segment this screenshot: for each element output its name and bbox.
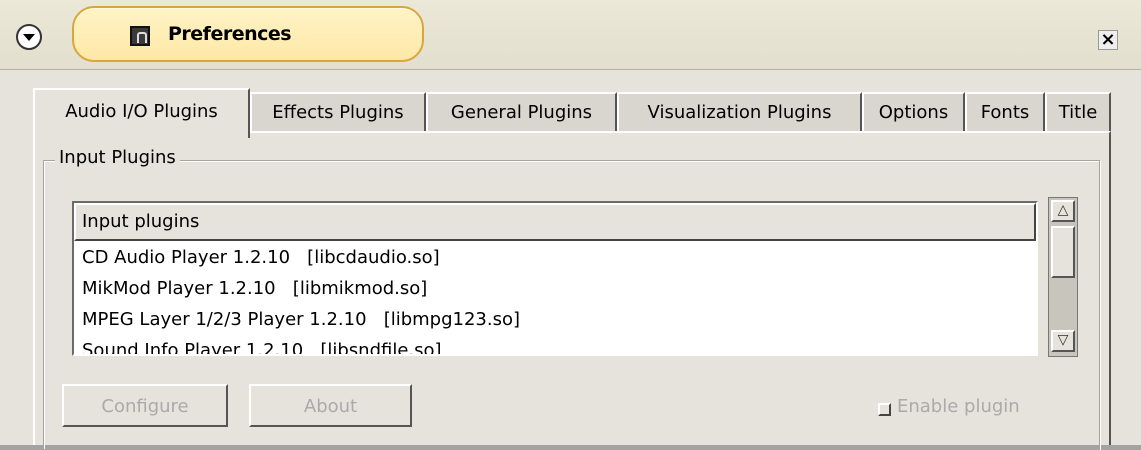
list-item[interactable]: MikMod Player 1.2.10 [libmikmod.so] bbox=[74, 274, 1036, 305]
tab-options[interactable]: Options bbox=[862, 92, 965, 134]
input-plugins-frame-label: Input Plugins bbox=[55, 147, 180, 168]
close-button[interactable]: × bbox=[1098, 30, 1118, 50]
window-menu-button[interactable] bbox=[16, 24, 42, 50]
tab-audio-io-plugins[interactable]: Audio I/O Plugins bbox=[33, 88, 250, 138]
close-icon: × bbox=[1100, 29, 1116, 50]
chevron-down-icon bbox=[23, 34, 35, 41]
input-plugins-list[interactable]: Input plugins CD Audio Player 1.2.10 [li… bbox=[72, 201, 1038, 356]
scrollbar-thumb[interactable] bbox=[1051, 226, 1075, 278]
scroll-up-button[interactable]: △ bbox=[1051, 200, 1075, 222]
about-button[interactable]: About bbox=[249, 384, 412, 427]
scroll-down-button[interactable]: ▽ bbox=[1051, 330, 1075, 352]
list-column-header[interactable]: Input plugins bbox=[74, 203, 1036, 241]
tab-visualization-plugins[interactable]: Visualization Plugins bbox=[617, 92, 862, 134]
titlebar: Preferences × bbox=[0, 0, 1141, 70]
list-body: CD Audio Player 1.2.10 [libcdaudio.so] M… bbox=[74, 243, 1036, 354]
window-title: Preferences bbox=[168, 23, 292, 45]
tab-effects-plugins[interactable]: Effects Plugins bbox=[250, 92, 426, 134]
list-item[interactable]: CD Audio Player 1.2.10 [libcdaudio.so] bbox=[74, 243, 1036, 274]
enable-plugin-checkbox[interactable] bbox=[878, 403, 891, 416]
title-tab[interactable]: Preferences bbox=[72, 6, 424, 62]
tab-title[interactable]: Title bbox=[1045, 92, 1111, 134]
tab-general-plugins[interactable]: General Plugins bbox=[426, 92, 617, 134]
configure-button[interactable]: Configure bbox=[62, 384, 228, 427]
preferences-window: Preferences × Audio I/O Plugins Effects … bbox=[0, 0, 1141, 450]
list-item[interactable]: MPEG Layer 1/2/3 Player 1.2.10 [libmpg12… bbox=[74, 305, 1036, 336]
scroll-down-icon: ▽ bbox=[1057, 332, 1069, 348]
tab-fonts[interactable]: Fonts bbox=[965, 92, 1045, 134]
tab-content-audio-io: Input Plugins Input plugins CD Audio Pla… bbox=[33, 131, 1111, 450]
enable-plugin-label: Enable plugin bbox=[897, 396, 1020, 417]
scroll-up-icon: △ bbox=[1057, 202, 1069, 218]
list-item[interactable]: Sound Info Player 1.2.10 [libsndfile.so] bbox=[74, 336, 1036, 354]
app-icon bbox=[130, 26, 150, 46]
list-scrollbar[interactable]: △ ▽ bbox=[1048, 197, 1078, 357]
